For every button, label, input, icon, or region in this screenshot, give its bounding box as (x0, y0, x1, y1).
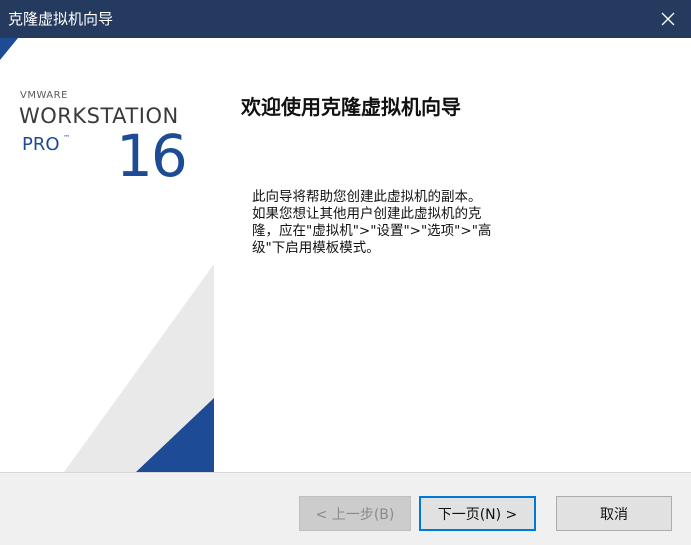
brand-version: 16 (116, 122, 188, 190)
brand-trademark: ™ (63, 134, 70, 142)
description-line: 隆，应在"虚拟机">"设置">"选项">"高 (252, 223, 492, 239)
window-title: 克隆虚拟机向导 (8, 10, 114, 28)
cancel-button[interactable]: 取消 (556, 496, 672, 531)
description-line: 级"下启用模板模式。 (252, 240, 380, 256)
button-bar: < 上一步(B) 下一页(N) > 取消 (0, 472, 691, 545)
description-line: 此向导将帮助您创建此虚拟机的副本。 (252, 189, 482, 205)
back-button[interactable]: < 上一步(B) (299, 496, 411, 531)
close-button[interactable] (645, 0, 691, 38)
side-banner: VMWARE WORKSTATION PRO ™ 16 (0, 38, 214, 472)
brand-vendor: VMWARE (20, 90, 68, 101)
close-icon (661, 12, 675, 26)
description-line: 如果您想让其他用户创建此虚拟机的克 (252, 206, 482, 222)
title-bar: 克隆虚拟机向导 (0, 0, 691, 38)
next-button[interactable]: 下一页(N) > (419, 496, 536, 531)
brand-edition: PRO (22, 134, 60, 155)
page-title: 欢迎使用克隆虚拟机向导 (241, 95, 461, 119)
description: 此向导将帮助您创建此虚拟机的副本。 如果您想让其他用户创建此虚拟机的克 隆，应在… (252, 189, 542, 257)
banner-top-triangle (0, 38, 18, 60)
